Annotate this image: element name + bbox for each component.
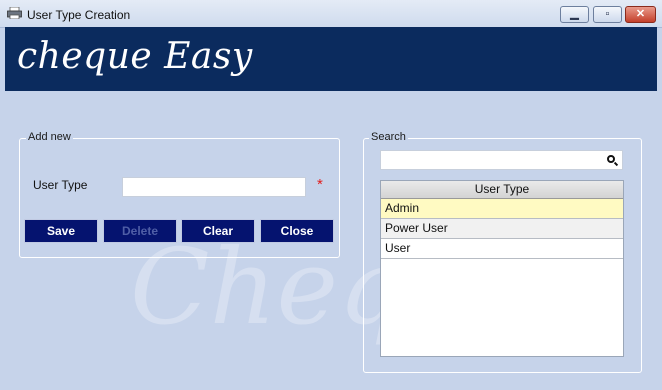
close-icon: ✕ bbox=[635, 8, 646, 20]
window-title: User Type Creation bbox=[27, 8, 131, 22]
maximize-button[interactable]: ▫ bbox=[593, 6, 622, 23]
user-type-label: User Type bbox=[33, 178, 88, 192]
minimize-icon: ▁ bbox=[570, 8, 579, 20]
clear-button[interactable]: Clear bbox=[181, 219, 255, 243]
delete-button[interactable]: Delete bbox=[103, 219, 177, 243]
add-new-legend: Add new bbox=[26, 131, 73, 143]
brand-logo: cheque Easy bbox=[17, 36, 253, 77]
table-row[interactable]: User bbox=[381, 239, 623, 259]
save-button[interactable]: Save bbox=[24, 219, 98, 243]
close-window-button[interactable]: ✕ bbox=[625, 6, 656, 23]
close-button[interactable]: Close bbox=[260, 219, 334, 243]
header-banner: cheque Easy bbox=[5, 27, 657, 91]
user-type-grid[interactable]: User Type Admin Power User User bbox=[380, 180, 624, 357]
title-bar: User Type Creation ▁ ▫ ✕ bbox=[0, 0, 662, 28]
search-input[interactable] bbox=[380, 150, 623, 170]
maximize-icon: ▫ bbox=[605, 8, 610, 20]
user-type-input[interactable] bbox=[122, 177, 306, 197]
required-marker: * bbox=[317, 176, 323, 193]
table-row[interactable]: Power User bbox=[381, 219, 623, 239]
column-header-user-type[interactable]: User Type bbox=[381, 181, 623, 199]
search-legend: Search bbox=[369, 131, 408, 143]
minimize-button[interactable]: ▁ bbox=[560, 6, 589, 23]
table-row[interactable]: Admin bbox=[381, 199, 623, 219]
printer-icon bbox=[7, 7, 22, 19]
search-icon[interactable] bbox=[607, 155, 615, 163]
